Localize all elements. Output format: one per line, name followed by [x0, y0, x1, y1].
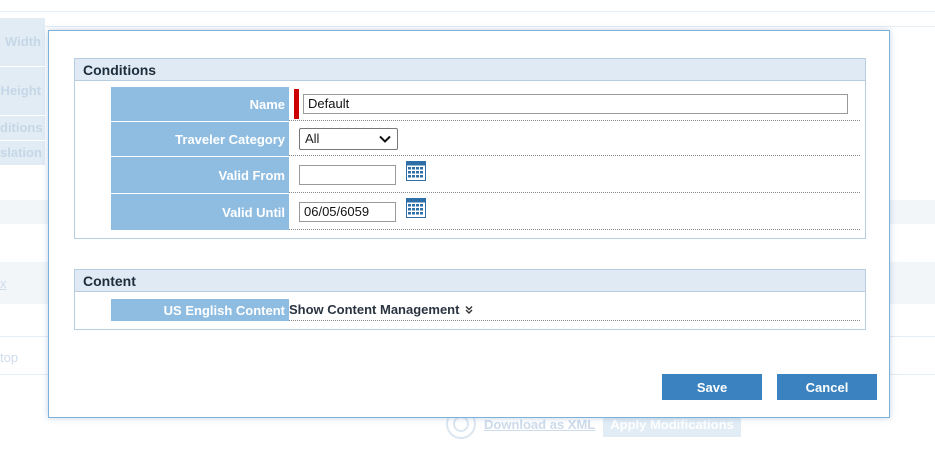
valid-from-label: Valid From [111, 157, 289, 193]
bg-label-width: Width [0, 18, 45, 66]
required-indicator [294, 89, 299, 119]
bg-link-x: x [0, 276, 7, 291]
traveler-category-value-cell: All [289, 122, 860, 156]
name-row: Name [111, 87, 860, 121]
valid-until-row: Valid Until [111, 194, 860, 230]
conditions-section: Conditions Name Traveler Category All Va… [74, 58, 866, 239]
valid-until-label: Valid Until [111, 194, 289, 230]
save-button[interactable]: Save [662, 374, 762, 400]
content-header: Content [75, 270, 865, 292]
bg-label-height: Height [0, 67, 45, 115]
us-english-content-label: US English Content [111, 299, 289, 321]
chevron-down-icon [379, 135, 391, 143]
valid-until-input[interactable] [299, 201, 396, 222]
bg-divider [0, 11, 935, 12]
bg-divider [0, 26, 935, 27]
name-value-cell [289, 87, 860, 121]
bg-label-translation: slation [0, 141, 45, 165]
content-section: Content US English Content Show Content … [74, 269, 866, 330]
conditions-header: Conditions [75, 59, 865, 81]
show-content-management-link[interactable]: Show Content Management [289, 302, 473, 317]
traveler-category-row: Traveler Category All [111, 122, 860, 156]
calendar-icon[interactable] [406, 198, 426, 218]
valid-from-value-cell [289, 157, 860, 193]
show-content-management-label: Show Content Management [289, 302, 460, 317]
cancel-button[interactable]: Cancel [777, 374, 877, 400]
valid-from-input[interactable] [299, 164, 396, 185]
bg-label-conditions: ditions [0, 116, 45, 140]
us-english-content-row: US English Content Show Content Manageme… [111, 299, 860, 321]
us-english-content-value-cell: Show Content Management [289, 299, 860, 321]
bg-download-link: Download as XML [484, 416, 596, 432]
valid-from-row: Valid From [111, 157, 860, 193]
bg-link-top: top [0, 350, 19, 365]
calendar-icon[interactable] [406, 161, 426, 181]
double-chevron-down-icon [465, 305, 473, 314]
edit-dialog: Conditions Name Traveler Category All Va… [48, 30, 890, 418]
valid-until-value-cell [289, 194, 860, 230]
traveler-category-selected: All [305, 131, 320, 146]
traveler-category-select[interactable]: All [299, 127, 398, 150]
name-label: Name [111, 87, 289, 121]
name-input[interactable] [303, 93, 848, 114]
traveler-category-label: Traveler Category [111, 122, 289, 156]
